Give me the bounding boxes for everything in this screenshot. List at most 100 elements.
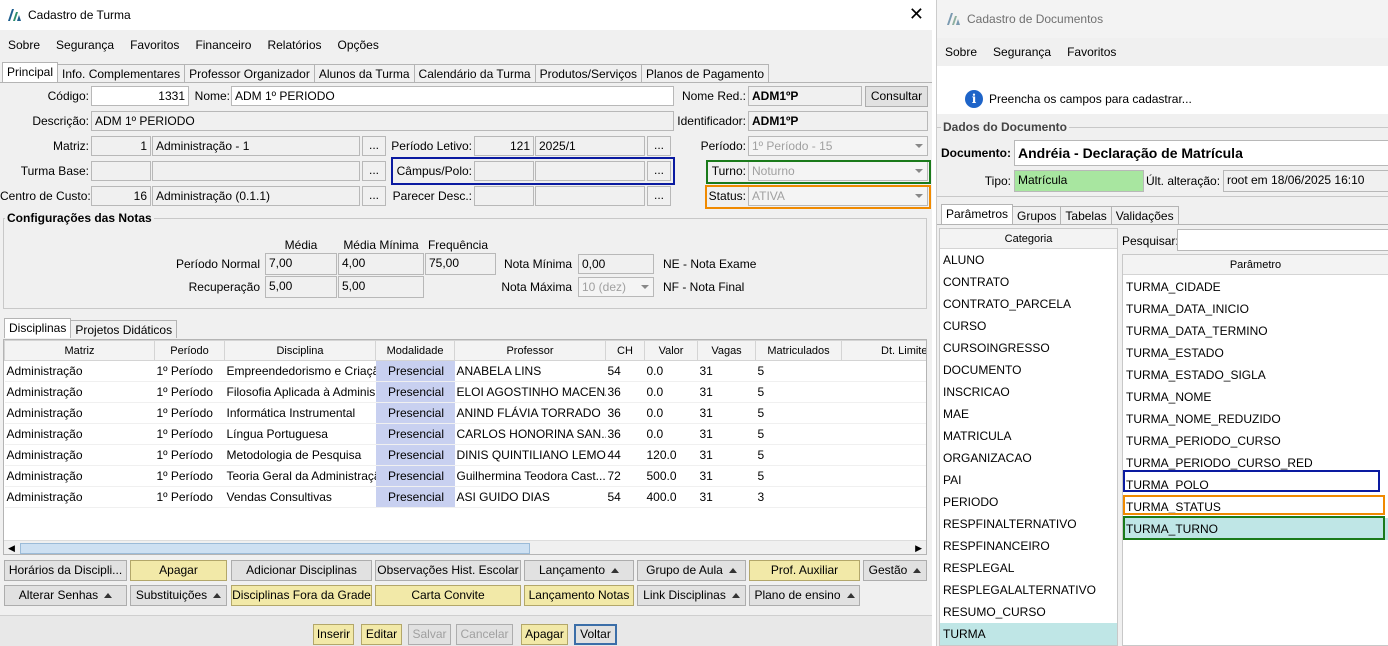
table-cell[interactable]: Língua Portuguesa (224, 423, 376, 445)
campus-polo-field[interactable] (535, 161, 645, 181)
campus-polo-lookup-button[interactable]: ... (647, 161, 671, 181)
table-row[interactable]: Administração 1º Período Filosofia Aplicad… (4, 381, 926, 403)
table-cell[interactable]: 5 (755, 465, 842, 487)
rec-media-field[interactable]: 5,00 (265, 276, 337, 298)
cancelar-button[interactable]: Cancelar (456, 624, 513, 645)
observacoes-hist-escolar-button[interactable]: Observações Hist. Escolar (375, 560, 521, 581)
prof-auxiliar-button[interactable]: Prof. Auxiliar (749, 560, 860, 581)
table-cell[interactable]: 120.0 (644, 444, 698, 466)
table-row[interactable]: Administração 1º Período Metodologia de Pe… (4, 444, 926, 466)
categoria-item[interactable]: ALUNO (940, 249, 1117, 271)
tab-disciplinas[interactable]: Disciplinas (4, 318, 72, 338)
menu-favoritos[interactable]: Favoritos (130, 38, 179, 52)
table-cell[interactable] (841, 486, 926, 508)
table-cell[interactable]: Presencial (375, 402, 455, 424)
table-cell[interactable]: Presencial (375, 444, 455, 466)
table-cell[interactable]: 72 (605, 465, 645, 487)
table-cell[interactable]: 31 (697, 444, 756, 466)
apagar-button[interactable]: Apagar (521, 624, 568, 645)
table-cell[interactable] (841, 402, 926, 424)
table-cell[interactable]: Presencial (375, 381, 455, 403)
scroll-left-icon[interactable]: ◀ (8, 543, 15, 554)
table-cell[interactable]: 31 (697, 402, 756, 424)
categoria-item[interactable]: RESPFINALTERNATIVO (940, 513, 1117, 535)
tab-info-complementares[interactable]: Info. Complementares (57, 64, 186, 82)
tab-parametros[interactable]: Parâmetros (941, 204, 1014, 224)
table-cell[interactable]: 36 (605, 381, 645, 403)
parecer-desc-lookup-button[interactable]: ... (647, 186, 671, 206)
table-cell[interactable]: Presencial (375, 423, 455, 445)
menu-relatorios[interactable]: Relatórios (267, 38, 321, 52)
parametro-item[interactable]: TURMA_ESTADO_SIGLA (1123, 364, 1388, 386)
pesquisar-input[interactable] (1177, 229, 1388, 251)
parametro-item[interactable]: TURMA_TURNO (1123, 518, 1388, 540)
menu-seguranca[interactable]: Segurança (56, 38, 114, 52)
apagar-disciplina-button[interactable]: Apagar (130, 560, 227, 581)
table-cell[interactable]: Administração (4, 486, 155, 508)
plano-de-ensino-button[interactable]: Plano de ensino (749, 585, 860, 606)
table-cell[interactable] (841, 381, 926, 403)
parecer-desc-field[interactable] (535, 186, 645, 206)
tab-principal[interactable]: Principal (2, 62, 59, 82)
pn-frequencia-field[interactable]: 75,00 (425, 253, 496, 275)
consultar-button[interactable]: Consultar (865, 86, 928, 107)
grid-col-header[interactable]: Dt. Limite Ma... (841, 340, 926, 361)
table-cell[interactable]: 0.0 (644, 381, 698, 403)
table-cell[interactable]: 1º Período (154, 486, 225, 508)
parametro-item[interactable]: TURMA_ESTADO (1123, 342, 1388, 364)
editar-button[interactable]: Editar (361, 624, 402, 645)
categoria-item[interactable]: MAE (940, 403, 1117, 425)
grid-col-header[interactable]: Disciplina (224, 340, 376, 361)
categoria-item[interactable]: RESPFINANCEIRO (940, 535, 1117, 557)
table-cell[interactable]: 1º Período (154, 381, 225, 403)
table-cell[interactable]: 54 (605, 486, 645, 508)
grid-col-header[interactable]: Modalidade (375, 340, 455, 361)
parametro-item[interactable]: TURMA_POLO (1123, 474, 1388, 496)
grupo-de-aula-button[interactable]: Grupo de Aula (637, 560, 746, 581)
centro-custo-id-field[interactable]: 16 (91, 186, 151, 206)
table-cell[interactable]: Administração (4, 381, 155, 403)
table-cell[interactable]: 500.0 (644, 465, 698, 487)
periodo-letivo-lookup-button[interactable]: ... (647, 136, 671, 156)
table-row[interactable]: Administração 1º Período Teoria Geral da A… (4, 465, 926, 487)
grid-col-header[interactable]: Professor (454, 340, 606, 361)
status-select[interactable]: ATIVA (748, 186, 928, 206)
nome-red-field[interactable]: ADM1ºP (748, 86, 862, 106)
table-cell[interactable]: 3 (755, 486, 842, 508)
disciplinas-fora-grade-button[interactable]: Disciplinas Fora da Grade (231, 585, 372, 606)
scrollbar-thumb[interactable] (20, 543, 530, 554)
table-cell[interactable]: Teoria Geral da Administraçã (224, 465, 376, 487)
matriz-id-field[interactable]: 1 (91, 136, 151, 156)
table-cell[interactable]: 1º Período (154, 402, 225, 424)
table-cell[interactable]: Empreendedorismo e Criaçã (224, 360, 376, 382)
categoria-item[interactable]: CONTRATO (940, 271, 1117, 293)
table-cell[interactable]: Presencial (375, 360, 455, 382)
categoria-item[interactable]: RESPLEGAL (940, 557, 1117, 579)
categoria-item[interactable]: ORGANIZACAO (940, 447, 1117, 469)
table-cell[interactable]: 400.0 (644, 486, 698, 508)
categoria-item[interactable]: PAI (940, 469, 1117, 491)
turma-base-field[interactable] (152, 161, 360, 181)
categoria-item[interactable]: RESPLEGALALTERNATIVO (940, 579, 1117, 601)
gestao-button[interactable]: Gestão (863, 560, 927, 581)
periodo-select[interactable]: 1º Período - 15 (748, 136, 928, 156)
grid-col-header[interactable]: Matriz (4, 340, 155, 361)
table-cell[interactable]: 5 (755, 444, 842, 466)
table-cell[interactable]: 5 (755, 423, 842, 445)
table-cell[interactable]: DINIS QUINTILIANO LEMOS (454, 444, 606, 466)
table-row[interactable]: Administração 1º Período Língua Portuguesa… (4, 423, 926, 445)
parametro-item[interactable]: TURMA_PERIODO_CURSO (1123, 430, 1388, 452)
parametro-item[interactable]: TURMA_DATA_INICIO (1123, 298, 1388, 320)
voltar-button[interactable]: Voltar (574, 624, 617, 645)
table-cell[interactable]: Vendas Consultivas (224, 486, 376, 508)
rec-media-minima-field[interactable]: 5,00 (338, 276, 424, 298)
menu-financeiro[interactable]: Financeiro (195, 38, 251, 52)
table-cell[interactable]: Administração (4, 465, 155, 487)
table-cell[interactable]: Administração (4, 402, 155, 424)
substituicoes-button[interactable]: Substituições (130, 585, 227, 606)
parametro-item[interactable]: TURMA_CIDADE (1123, 276, 1388, 298)
tab-projetos-didaticos[interactable]: Projetos Didáticos (70, 320, 178, 338)
tab-calendario-da-turma[interactable]: Calendário da Turma (413, 64, 536, 82)
tab-professor-organizador[interactable]: Professor Organizador (184, 64, 315, 82)
categoria-item[interactable]: CURSOINGRESSO (940, 337, 1117, 359)
